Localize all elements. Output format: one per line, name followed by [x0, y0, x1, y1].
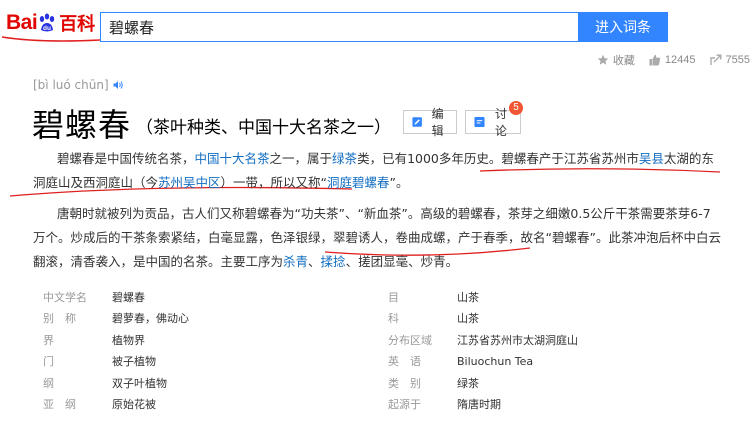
info-label: 类 别: [388, 376, 421, 390]
info-row: 门 被子植物 英 语 Biluochun Tea: [33, 351, 723, 373]
info-value: 山茶: [456, 312, 479, 326]
top-bar: Bai du 百科 进入词条: [0, 0, 750, 48]
info-value: 碧萝春，佛动心: [111, 312, 189, 326]
info-value: 原始花被: [111, 398, 156, 412]
info-row: 界 植物界 分布区域 江苏省苏州市太湖洞庭山: [33, 329, 723, 351]
baidu-baike-logo[interactable]: Bai du 百科: [6, 8, 95, 38]
star-icon: [597, 54, 609, 65]
summary-paragraph-2: 唐朝时就被列为贡品，古人们又称碧螺春为“功夫茶”、“新血茶”。高级的碧螺春，茶芽…: [33, 202, 723, 274]
info-label: 界: [43, 333, 54, 347]
info-label: 分布区域: [388, 333, 432, 347]
text: ”。: [389, 175, 409, 190]
info-value: 江苏省苏州市太湖洞庭山: [456, 333, 578, 347]
comment-icon: [474, 116, 485, 128]
share-icon: [709, 54, 722, 65]
info-value: 双子叶植物: [111, 376, 167, 390]
info-value: 植物界: [111, 333, 145, 347]
link-top-ten-teas[interactable]: 中国十大名茶: [195, 151, 270, 166]
share-button[interactable]: 7555: [709, 54, 750, 66]
text: 类，已有1000多年历史。碧螺春产于江苏省苏州市: [357, 151, 639, 166]
text: 之一，属于: [269, 151, 333, 166]
info-label: 别 称: [43, 312, 76, 326]
thumbs-up-icon: [649, 54, 661, 66]
info-label: 科: [388, 312, 399, 326]
link-wuzhong-district[interactable]: 苏州吴中区: [158, 175, 221, 190]
search-input[interactable]: [101, 13, 578, 41]
page-subtitle: （茶叶种类、中国十大名茶之一）: [136, 118, 391, 138]
info-label: 起源于: [388, 398, 421, 412]
info-value: 绿茶: [456, 376, 479, 390]
summary-paragraph-1: 碧螺春是中国传统名茶，中国十大名茶之一，属于绿茶类，已有1000多年历史。碧螺春…: [33, 147, 723, 195]
info-row: 中文学名 碧螺春 目 山茶: [33, 286, 723, 308]
link-dongting-biluochun[interactable]: 洞庭碧螺春: [327, 175, 390, 190]
like-count: 12445: [664, 54, 696, 66]
discuss-count-badge: 5: [509, 101, 523, 115]
text: 碧螺春是中国传统名茶，: [57, 151, 195, 166]
info-value: 山茶: [456, 290, 479, 304]
link-wuxian[interactable]: 吴县: [639, 151, 664, 166]
favorite-button[interactable]: 收藏: [597, 52, 635, 68]
info-value: 隋唐时期: [456, 398, 501, 412]
speaker-icon[interactable]: [113, 80, 124, 90]
info-row: 别 称 碧萝春，佛动心 科 山茶: [33, 308, 723, 330]
info-value: Biluochun Tea: [456, 354, 534, 368]
text: 、搓团显毫、炒青。: [345, 254, 459, 269]
info-value: 被子植物: [111, 355, 156, 369]
logo-bai-text: Bai: [6, 11, 38, 34]
logo-du-text: du: [43, 25, 51, 32]
page-title: 碧螺春: [32, 106, 132, 144]
info-value: 碧螺春: [111, 290, 145, 304]
pinyin-text: [bì luó chūn]: [33, 78, 109, 92]
info-label: 中文学名: [43, 290, 87, 304]
link-rounian[interactable]: 揉捻: [321, 254, 346, 269]
stats-row: 收藏 12445 7555: [587, 52, 750, 68]
info-label: 纲: [43, 376, 54, 390]
search-button[interactable]: 进入词条: [578, 12, 668, 42]
favorite-label: 收藏: [612, 55, 635, 67]
edit-button[interactable]: 编辑: [403, 107, 457, 138]
link-shaqing[interactable]: 杀青: [283, 254, 308, 269]
basic-info-table: 中文学名 碧螺春 目 山茶 别 称 碧萝春，佛动心 科 山茶 界 植物界 分布区…: [33, 286, 723, 415]
text: ）一带，所以又称“: [220, 175, 328, 190]
info-label: 目: [388, 290, 399, 304]
info-row: 纲 双子叶植物 类 别 绿茶: [33, 372, 723, 394]
share-count: 7555: [725, 54, 750, 66]
logo-baike-text: 百科: [59, 14, 96, 35]
pinyin: [bì luó chūn]: [33, 78, 124, 92]
info-label: 英 语: [388, 355, 421, 369]
info-row: 亚 纲 原始花被 起源于 隋唐时期: [33, 394, 723, 416]
like-button[interactable]: 12445: [649, 54, 696, 66]
paw-icon: du: [39, 13, 55, 32]
info-label: 亚 纲: [43, 398, 76, 412]
pencil-icon: [412, 117, 422, 127]
link-green-tea[interactable]: 绿茶: [332, 151, 357, 166]
info-label: 门: [43, 355, 54, 369]
edit-label: 编辑: [431, 107, 444, 138]
search-box: [100, 12, 578, 42]
text: 、: [308, 254, 321, 269]
